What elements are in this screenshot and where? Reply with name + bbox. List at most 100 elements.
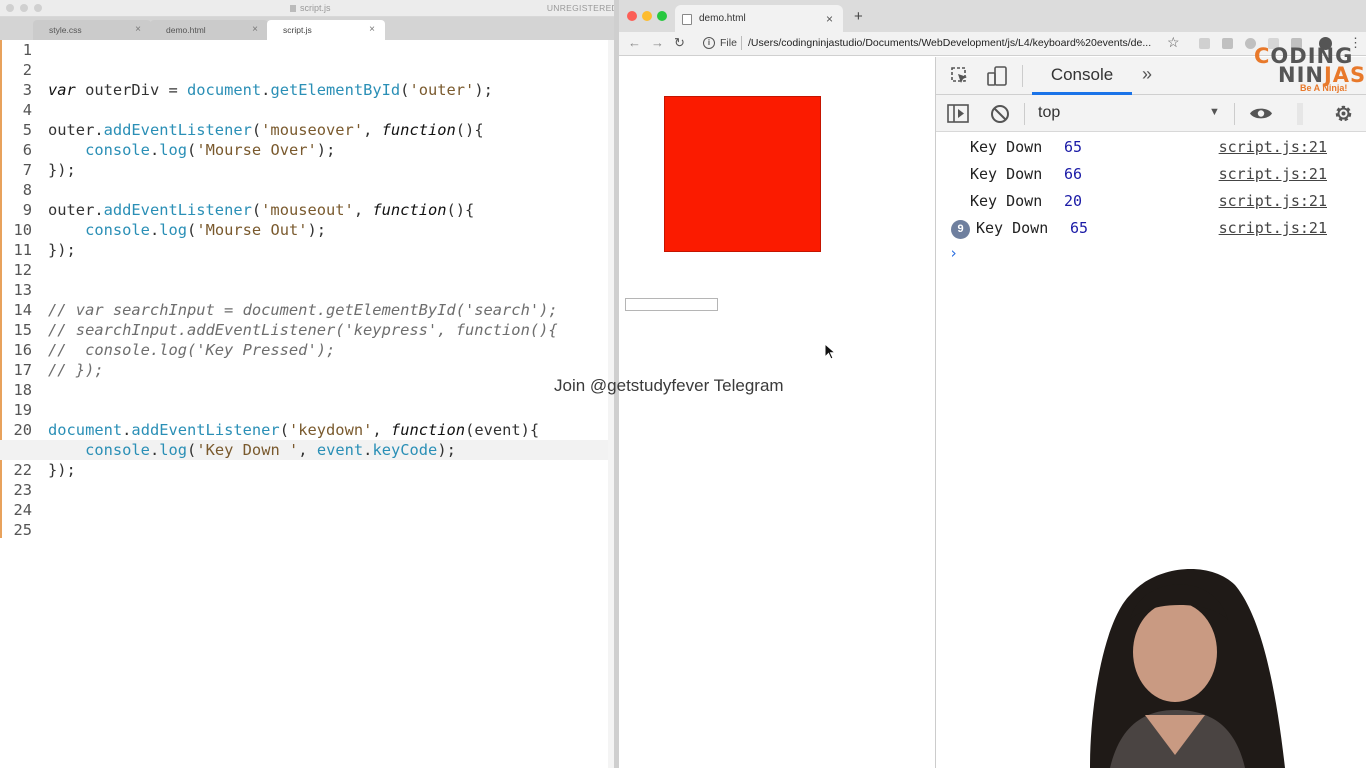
repeat-count-badge: 9: [951, 220, 970, 239]
console-message-row: Key Down 65 script.js:21: [936, 134, 1366, 161]
coding-ninjas-logo: CODING NINJAS Be A Ninja!: [1254, 44, 1365, 94]
code-line-6[interactable]: console.log('Mourse Over');: [0, 140, 608, 160]
info-icon[interactable]: i: [703, 37, 715, 49]
toolbar-separator: [1234, 103, 1235, 125]
code-line-20[interactable]: document.addEventListener('keydown', fun…: [0, 420, 608, 440]
code-line-9[interactable]: outer.addEventListener('mouseout', funct…: [0, 200, 608, 220]
line-number: 24: [13, 501, 32, 519]
code-line-5[interactable]: outer.addEventListener('mouseover', func…: [0, 120, 608, 140]
filter-input[interactable]: [1297, 103, 1303, 125]
console-message-text: Key Down: [970, 165, 1043, 183]
presenter-video: [1090, 568, 1285, 768]
live-expression-eye-icon[interactable]: [1249, 106, 1273, 121]
tab-style-css[interactable]: style.css ×: [33, 20, 151, 40]
code-area[interactable]: 1234567891011121314151617181920212223242…: [0, 40, 608, 540]
console-message-value: 20: [1064, 192, 1083, 210]
line-number-row: 1: [0, 40, 608, 60]
console-message-text: Key Down: [970, 138, 1043, 156]
code-line-15[interactable]: // searchInput.addEventListener('keypres…: [0, 320, 608, 340]
line-number-row: 8: [0, 180, 608, 200]
line-number: 19: [13, 401, 32, 419]
code-line-3[interactable]: var outerDiv = document.getElementById('…: [0, 80, 608, 100]
extension-icon[interactable]: [1199, 38, 1210, 49]
code-line-14[interactable]: // var searchInput = document.getElement…: [0, 300, 608, 320]
zoom-window-button[interactable]: [34, 4, 42, 12]
close-window-button[interactable]: [627, 11, 637, 21]
console-message-row: Key Down 66 script.js:21: [936, 161, 1366, 188]
inspect-element-icon[interactable]: [950, 66, 970, 86]
close-icon[interactable]: ×: [135, 24, 141, 35]
clear-console-icon[interactable]: [990, 104, 1010, 124]
context-selector[interactable]: top: [1038, 104, 1060, 122]
file-icon: [290, 5, 296, 12]
tab-label: demo.html: [166, 25, 206, 35]
code-line-11[interactable]: });: [0, 240, 608, 260]
forward-arrow-icon[interactable]: →: [651, 35, 664, 50]
close-window-button[interactable]: [6, 4, 14, 12]
code-line-22[interactable]: });: [0, 460, 608, 480]
back-arrow-icon[interactable]: ←: [628, 35, 641, 50]
settings-gear-icon[interactable]: [1333, 103, 1354, 124]
sidebar-toggle-icon[interactable]: [947, 104, 969, 123]
outer-div-box[interactable]: [664, 96, 821, 252]
line-number: 4: [22, 101, 32, 119]
close-icon[interactable]: ×: [252, 24, 258, 35]
code-line-10[interactable]: console.log('Mourse Out');: [0, 220, 608, 240]
console-message-text: Key Down: [970, 192, 1043, 210]
toolbar-separator: [1024, 103, 1025, 125]
line-number-row: 24: [0, 500, 608, 520]
line-number: 25: [13, 521, 32, 539]
console-source-link[interactable]: script.js:21: [1219, 165, 1327, 183]
editor-tab-bar: style.css × demo.html × script.js ×: [0, 17, 618, 40]
line-number-row: 4: [0, 100, 608, 120]
device-toolbar-icon[interactable]: [986, 65, 1008, 87]
dropdown-arrow-icon[interactable]: ▼: [1209, 106, 1220, 118]
logo-tagline: Be A Ninja!: [1300, 83, 1348, 93]
toolbar-separator: [1022, 65, 1023, 87]
tab-console[interactable]: Console: [1032, 57, 1132, 95]
minimize-window-button[interactable]: [642, 11, 652, 21]
search-input[interactable]: [625, 298, 718, 311]
zoom-window-button[interactable]: [657, 11, 667, 21]
console-source-link[interactable]: script.js:21: [1219, 138, 1327, 156]
line-number: 12: [13, 261, 32, 279]
editor-titlebar: script.js UNREGISTERED: [0, 0, 618, 17]
screen: script.js UNREGISTERED style.css × demo.h…: [0, 0, 1366, 768]
line-number-row: 19: [0, 400, 608, 420]
minimize-window-button[interactable]: [20, 4, 28, 12]
address-scheme: File: [720, 37, 737, 49]
code-line-17[interactable]: // });: [0, 360, 608, 380]
console-source-link[interactable]: script.js:21: [1219, 192, 1327, 210]
console-message-value: 65: [1070, 219, 1089, 237]
new-tab-button[interactable]: +: [854, 8, 863, 25]
line-number-row: 2: [0, 60, 608, 80]
console-message-row: 9 Key Down 65 script.js:21: [936, 215, 1366, 242]
console-message-text: Key Down: [976, 219, 1049, 237]
reload-icon[interactable]: ↻: [674, 35, 685, 51]
extension-icon[interactable]: [1222, 38, 1233, 49]
code-line-21[interactable]: console.log('Key Down ', event.keyCode);: [0, 440, 608, 460]
close-icon[interactable]: ×: [369, 24, 375, 35]
editor-window-title: script.js: [290, 3, 331, 13]
browser-tab-title: demo.html: [699, 13, 746, 24]
console-prompt[interactable]: ›: [949, 244, 958, 262]
browser-titlebar: demo.html × +: [619, 0, 1366, 32]
close-icon[interactable]: ×: [826, 12, 833, 26]
mouse-cursor-icon: [824, 343, 836, 360]
line-number-row: 12: [0, 260, 608, 280]
code-editor: script.js UNREGISTERED style.css × demo.h…: [0, 0, 618, 768]
more-tabs-icon[interactable]: »: [1142, 64, 1152, 85]
console-source-link[interactable]: script.js:21: [1219, 219, 1327, 237]
browser-tab[interactable]: demo.html ×: [675, 5, 843, 32]
editor-title-text: script.js: [300, 3, 331, 13]
code-line-7[interactable]: });: [0, 160, 608, 180]
tab-demo-html[interactable]: demo.html ×: [150, 20, 268, 40]
bookmark-star-icon[interactable]: ☆: [1167, 34, 1180, 51]
line-number: 13: [13, 281, 32, 299]
window-controls: [627, 11, 667, 21]
code-line-16[interactable]: // console.log('Key Pressed');: [0, 340, 608, 360]
address-bar[interactable]: /Users/codingninjastudio/Documents/WebDe…: [748, 37, 1151, 49]
line-number-row: 18: [0, 380, 608, 400]
tab-script-js[interactable]: script.js ×: [267, 20, 385, 40]
line-number: 2: [22, 61, 32, 79]
